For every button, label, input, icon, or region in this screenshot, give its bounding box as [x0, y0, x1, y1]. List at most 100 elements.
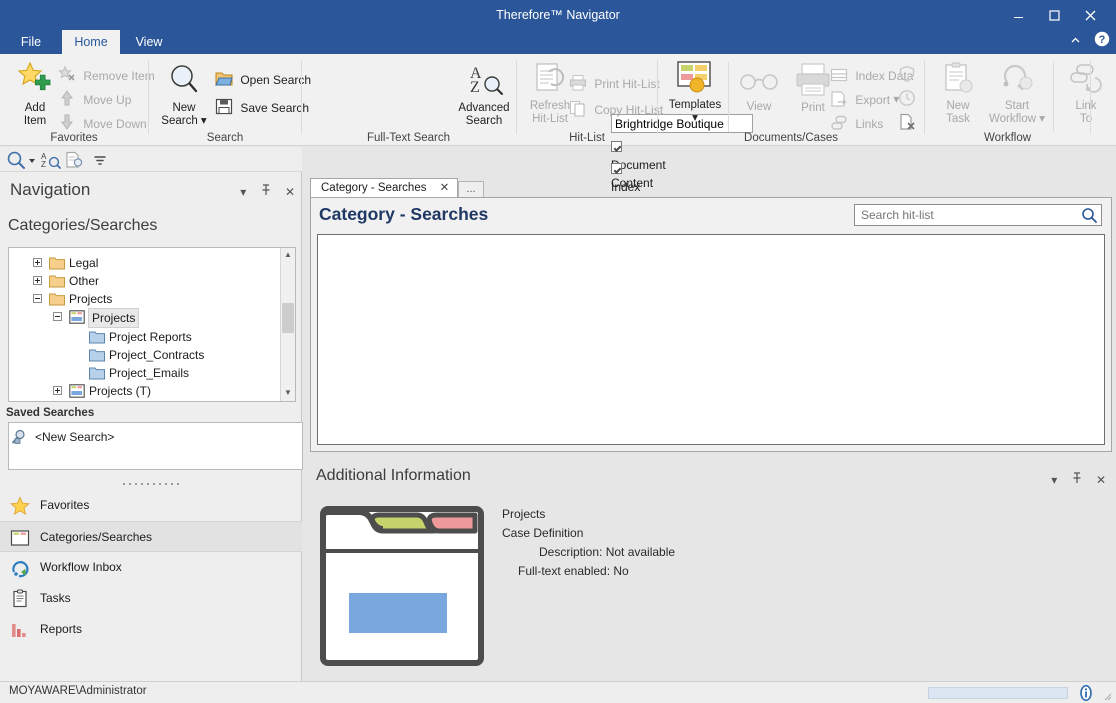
- pin-icon[interactable]: [1072, 472, 1082, 487]
- history-clock-icon-button[interactable]: [898, 88, 920, 110]
- title-bar: Therefore™ Navigator: [0, 0, 1116, 30]
- document-tab-category-searches[interactable]: Category - Searches ✕: [310, 178, 458, 198]
- sidebar-item-tasks[interactable]: Tasks: [0, 583, 302, 614]
- panel-dropdown-icon[interactable]: ▾: [240, 185, 246, 199]
- tree-item-other[interactable]: Other: [9, 272, 279, 290]
- start-workflow-dropdown-icon[interactable]: ▾: [1036, 113, 1045, 125]
- tree-scrollbar[interactable]: ▲ ▼: [280, 248, 295, 401]
- saved-search-item-new[interactable]: <New Search>: [31, 428, 114, 446]
- group-label-documents: Documents/Cases: [658, 132, 924, 144]
- filter-icon[interactable]: [90, 150, 110, 170]
- open-search-button[interactable]: Open Search: [215, 68, 311, 90]
- link-to-button[interactable]: LinkTo: [1059, 62, 1113, 126]
- tree-item-project-emails[interactable]: Project_Emails: [9, 364, 279, 382]
- info-icon[interactable]: [1078, 685, 1094, 701]
- tree-item-project-reports[interactable]: Project Reports: [9, 328, 279, 346]
- tasks-icon: [10, 589, 30, 609]
- tree-item-projects-case[interactable]: Projects: [9, 308, 279, 326]
- export-button[interactable]: Export ▾: [830, 88, 899, 110]
- tree-item-published-media[interactable]: Published Media: [9, 400, 279, 402]
- pin-icon[interactable]: [261, 184, 271, 199]
- print-hitlist-label: Print Hit-List: [594, 73, 659, 95]
- templates-dropdown-icon[interactable]: ▾: [692, 112, 698, 124]
- sort-search-icon[interactable]: A Z: [41, 150, 61, 170]
- add-item-button[interactable]: AddItem: [8, 60, 62, 128]
- sidebar-item-label: Tasks: [40, 591, 71, 605]
- sidebar-item-label: Categories/Searches: [40, 530, 152, 544]
- document-tab-overflow[interactable]: ...: [458, 181, 484, 198]
- tree-expander-minus[interactable]: [53, 312, 62, 321]
- maximize-button[interactable]: [1036, 0, 1072, 30]
- saved-searches-list[interactable]: <New Search>: [8, 422, 303, 470]
- ribbon: AddItem Remove Item Move Up: [0, 54, 1116, 146]
- collapse-ribbon-icon[interactable]: [1069, 31, 1082, 55]
- print-hitlist-button[interactable]: Print Hit-List: [569, 72, 660, 94]
- document-search-icon[interactable]: [64, 150, 84, 170]
- close-icon[interactable]: ✕: [440, 179, 450, 198]
- resize-grip[interactable]: [1102, 690, 1112, 700]
- tab-home[interactable]: Home: [62, 30, 120, 54]
- ribbon-group-search: NewSearch ▾ Open Search: [149, 54, 301, 146]
- sidebar-item-categories-searches[interactable]: Categories/Searches: [0, 521, 302, 552]
- tree-item-projects-root[interactable]: Projects: [9, 290, 279, 308]
- delete-document-icon-button[interactable]: [898, 112, 920, 134]
- search-icon[interactable]: [6, 150, 26, 170]
- tree-expander-plus[interactable]: [33, 276, 42, 285]
- copy-hitlist-button[interactable]: Copy Hit-List: [569, 98, 663, 120]
- close-icon[interactable]: ✕: [1096, 473, 1106, 487]
- tab-file[interactable]: File: [12, 30, 50, 54]
- panel-splitter-grip[interactable]: [0, 477, 302, 487]
- save-search-button[interactable]: Save Search: [215, 96, 309, 118]
- tree-item-label: Project_Emails: [109, 364, 189, 382]
- tree-item-project-contracts[interactable]: Project_Contracts: [9, 346, 279, 364]
- hit-list-search-input[interactable]: [855, 205, 1077, 225]
- templates-button[interactable]: Templates▾: [664, 60, 726, 125]
- help-icon[interactable]: ?: [1094, 31, 1110, 55]
- sidebar-item-workflow-inbox[interactable]: Workflow Inbox: [0, 552, 302, 583]
- remove-item-button[interactable]: Remove Item: [58, 64, 155, 86]
- categories-icon: [10, 528, 30, 548]
- advanced-search-button[interactable]: A Z AdvancedSearch: [455, 62, 513, 128]
- additional-information-details: Projects Case Definition Description: No…: [502, 505, 675, 581]
- sidebar-item-favorites[interactable]: Favorites: [0, 490, 302, 521]
- hit-list-area[interactable]: [317, 234, 1105, 445]
- navigation-toolbar: A Z: [0, 147, 302, 172]
- hit-list-search-box[interactable]: [854, 204, 1102, 226]
- tree-item-legal[interactable]: Legal: [9, 254, 279, 272]
- arrow-down-icon: [58, 113, 76, 131]
- reports-icon: [10, 620, 30, 640]
- horizontal-splitter[interactable]: [310, 453, 1112, 461]
- move-down-button[interactable]: Move Down: [58, 112, 147, 134]
- sidebar-item-label: Favorites: [40, 498, 89, 512]
- category-tree[interactable]: Legal Other Projects: [8, 247, 296, 402]
- tree-item-projects-t[interactable]: Projects (T): [9, 382, 279, 400]
- links-button[interactable]: Links: [830, 112, 883, 134]
- export-label: Export: [855, 89, 890, 111]
- new-search-button[interactable]: NewSearch ▾: [157, 62, 211, 128]
- close-icon[interactable]: ✕: [285, 185, 295, 199]
- view-button[interactable]: View: [732, 70, 786, 114]
- chevron-down-icon[interactable]: [27, 150, 37, 170]
- shield-icon-button[interactable]: [898, 64, 920, 86]
- detail-line-type: Case Definition: [502, 524, 675, 543]
- tab-view[interactable]: View: [128, 30, 170, 54]
- detail-line-fulltext: Full-text enabled: No: [502, 562, 675, 581]
- panel-dropdown-icon[interactable]: ▾: [1051, 473, 1057, 487]
- save-disk-icon: [215, 98, 233, 116]
- start-workflow-button[interactable]: StartWorkflow ▾: [983, 62, 1051, 126]
- close-button[interactable]: [1072, 0, 1108, 30]
- tree-expander-minus[interactable]: [33, 294, 42, 303]
- move-up-button[interactable]: Move Up: [58, 88, 131, 110]
- detail-line-description: Description: Not available: [502, 543, 675, 562]
- new-search-dropdown-icon[interactable]: ▾: [198, 115, 207, 127]
- tree-expander-plus[interactable]: [33, 258, 42, 267]
- search-icon[interactable]: [1081, 207, 1097, 223]
- sidebar-item-reports[interactable]: Reports: [0, 614, 302, 645]
- minimize-button[interactable]: [1000, 0, 1036, 30]
- scrollbar-thumb[interactable]: [282, 303, 294, 333]
- scroll-up-arrow[interactable]: ▲: [281, 248, 295, 263]
- index-data-checkbox[interactable]: Index Data: [611, 160, 640, 178]
- new-task-button[interactable]: NewTask: [931, 62, 985, 126]
- tree-expander-plus[interactable]: [53, 386, 62, 395]
- scroll-down-arrow[interactable]: ▼: [281, 386, 295, 401]
